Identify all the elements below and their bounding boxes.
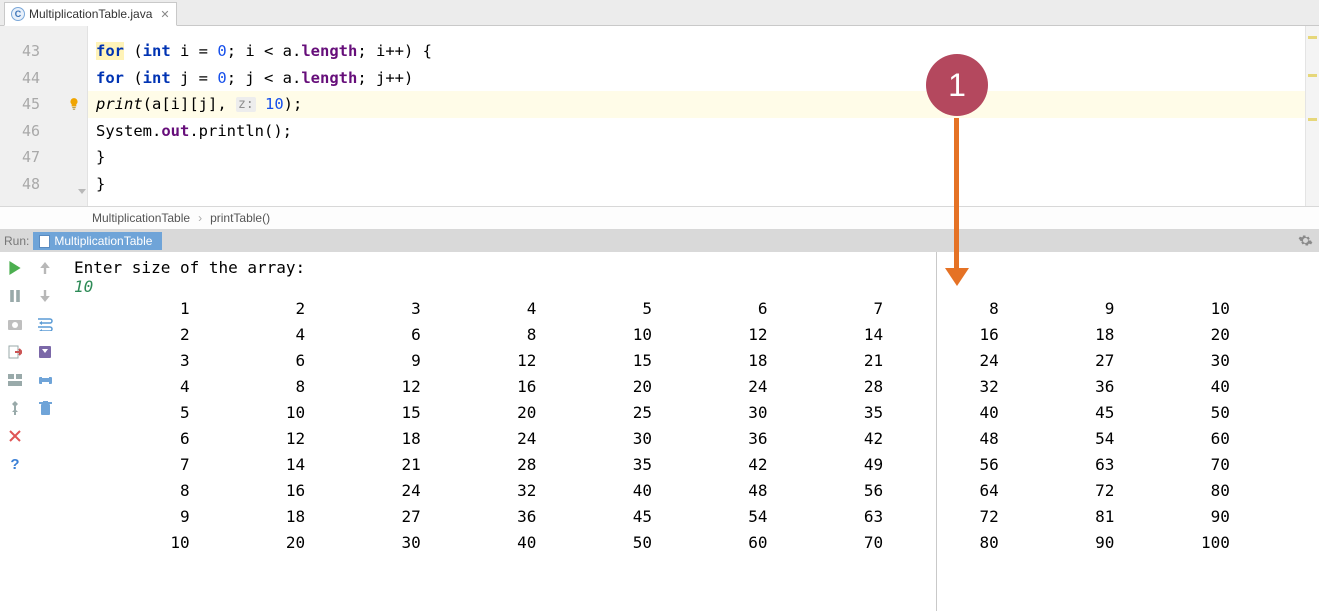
line-number: 47 [18,148,40,166]
code-line[interactable]: } [88,171,1319,198]
run-config-name: MultiplicationTable [54,234,152,248]
annotation-badge: 1 [926,54,988,116]
help-button[interactable]: ? [5,454,25,474]
class-file-icon: C [11,7,25,21]
code-line[interactable]: for (int i = 0; i < a.length; i++) { [88,38,1319,65]
gutter-row: 45 [0,91,87,118]
trash-button[interactable] [35,398,55,418]
line-number: 43 [18,42,40,60]
pause-button[interactable] [5,286,25,306]
line-number: 46 [18,122,40,140]
run-console: ? Enter size of the array: 10 1 2 3 4 5 … [0,252,1319,611]
gutter-row: 46 [0,118,87,145]
column-guide [936,252,937,611]
layout-button[interactable] [5,370,25,390]
chevron-right-icon: › [198,211,202,225]
annotation-arrow [953,118,961,288]
code-line[interactable]: System.out.println(); [88,118,1319,145]
editor-gutter: 43 44 45 46 47 48 [0,26,88,206]
rerun-button[interactable] [5,258,25,278]
code-line[interactable]: } [88,144,1319,171]
gutter-row: 43 [0,38,87,65]
fold-handle-icon[interactable] [78,187,88,202]
editor-tab[interactable]: C MultiplicationTable.java ✕ [4,2,177,26]
gutter-row: 44 [0,65,87,92]
soft-wrap-button[interactable] [35,314,55,334]
console-user-input: 10 [74,277,1309,296]
print-button[interactable] [35,370,55,390]
run-sheet-icon [39,235,50,248]
scroll-to-end-button[interactable] [35,342,55,362]
lightbulb-icon[interactable] [67,97,81,111]
camera-button[interactable] [5,314,25,334]
editor-scrollbar[interactable] [1305,26,1319,206]
multiplication-table-output: 1 2 3 4 5 6 7 8 9 10 2 4 6 8 10 12 14 [74,296,1309,556]
gear-icon[interactable] [1298,233,1313,251]
close-button[interactable] [5,426,25,446]
run-toolbar: Run: MultiplicationTable [0,230,1319,252]
line-number: 45 [18,95,40,113]
exit-button[interactable] [5,342,25,362]
run-tool-column-2 [30,252,60,611]
run-config-selector[interactable]: MultiplicationTable [33,232,162,250]
line-number: 48 [18,175,40,193]
code-line[interactable]: print(a[i][j], z: 10); [88,91,1319,118]
breadcrumb-method[interactable]: printTable() [210,211,270,225]
pin-button[interactable] [5,398,25,418]
gutter-row: 47 [0,144,87,171]
console-output[interactable]: Enter size of the array: 10 1 2 3 4 5 6 … [60,252,1319,611]
run-tool-column-1: ? [0,252,30,611]
down-arrow-icon[interactable] [35,286,55,306]
breadcrumb-class[interactable]: MultiplicationTable [92,211,190,225]
line-number: 44 [18,69,40,87]
code-line[interactable]: for (int j = 0; j < a.length; j++) [88,65,1319,92]
up-arrow-icon[interactable] [35,258,55,278]
close-tab-icon[interactable]: ✕ [160,8,169,21]
code-editor[interactable]: 43 44 45 46 47 48 for (int i = 0; i < a.lengt… [0,26,1319,206]
console-prompt: Enter size of the array: [74,258,1309,277]
code-area[interactable]: for (int i = 0; i < a.length; i++) { for… [88,26,1319,206]
breadcrumb[interactable]: MultiplicationTable › printTable() [0,206,1319,230]
editor-tab-bar: C MultiplicationTable.java ✕ [0,0,1319,26]
run-label: Run: [4,234,29,248]
editor-tab-filename: MultiplicationTable.java [29,7,152,21]
gutter-row: 48 [0,171,87,198]
